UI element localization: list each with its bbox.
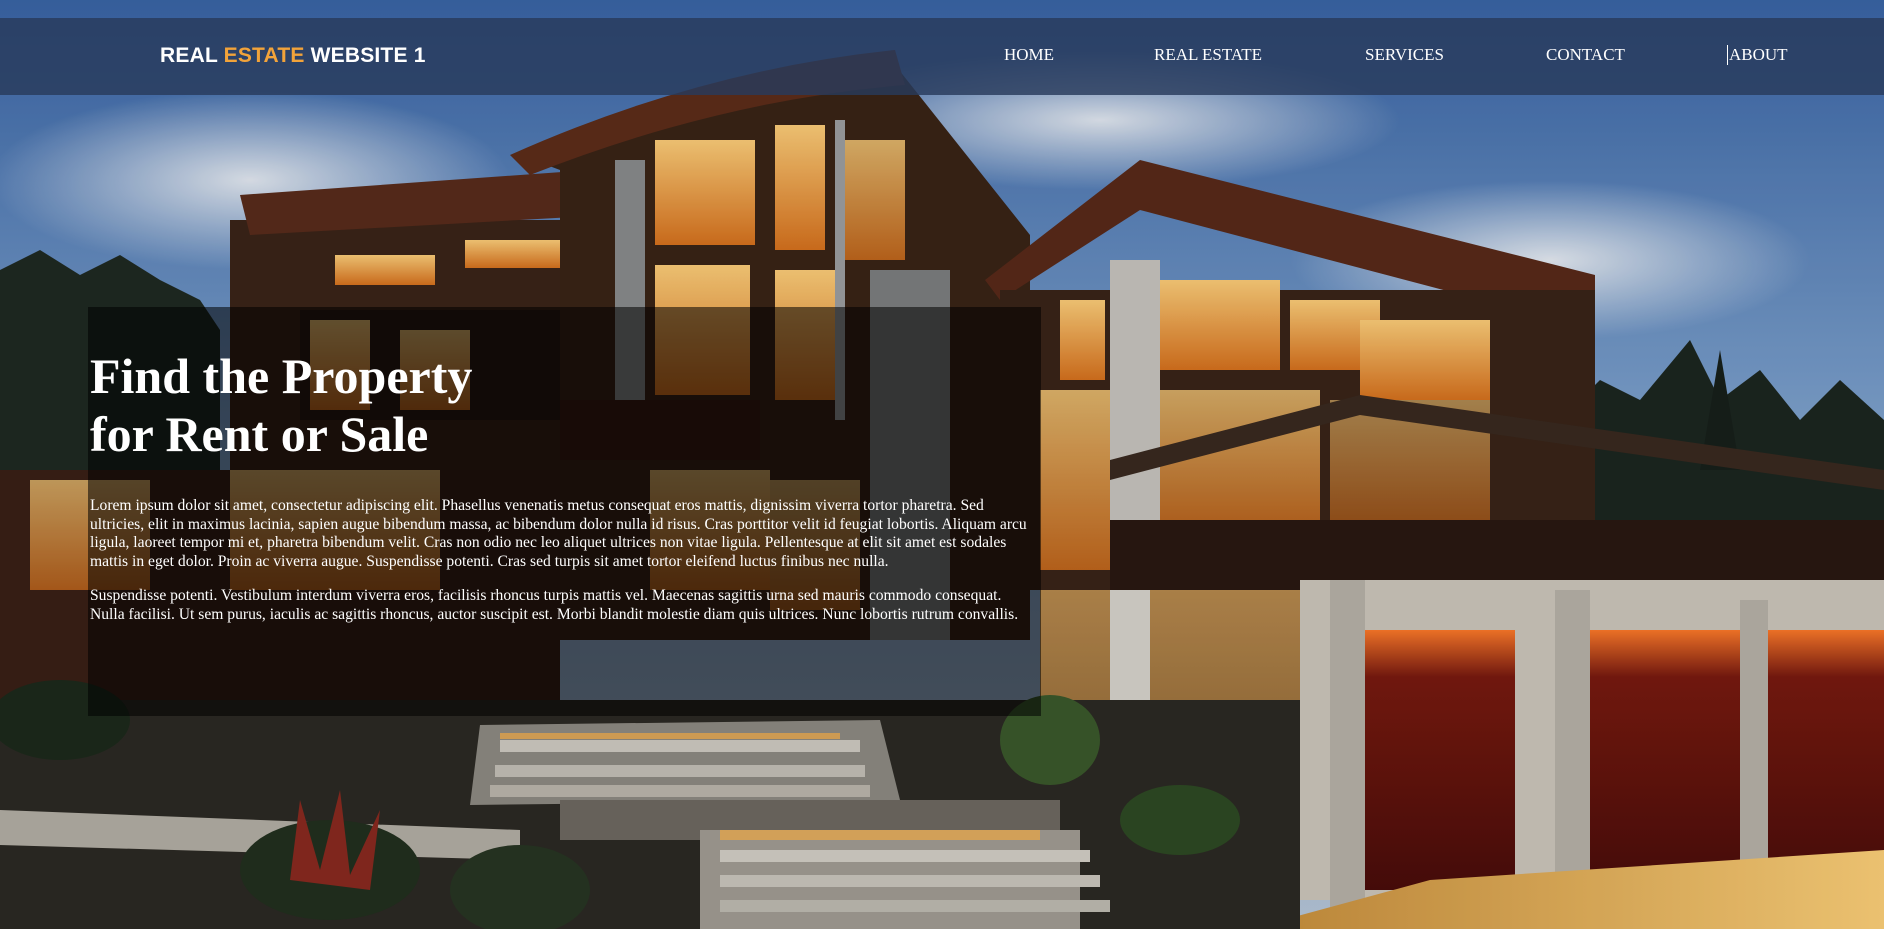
nav-link-home[interactable]: HOME: [1004, 45, 1054, 65]
nav-link-services[interactable]: SERVICES: [1365, 45, 1444, 65]
nav-link-about[interactable]: ABOUT: [1727, 45, 1788, 65]
site-logo[interactable]: REAL ESTATE WEBSITE 1: [160, 44, 426, 68]
hero-title-line1: Find the Property: [90, 348, 473, 404]
top-navbar: REAL ESTATE WEBSITE 1 HOME REAL ESTATE S…: [0, 18, 1884, 95]
hero-paragraph-2: Suspendisse potenti. Vestibulum interdum…: [90, 587, 1019, 623]
hero-text-panel: Find the Property for Rent or Sale Lorem…: [88, 307, 1041, 716]
nav-link-contact[interactable]: CONTACT: [1546, 45, 1625, 65]
logo-text-accent: ESTATE: [223, 44, 305, 67]
hero-title-line2: for Rent or Sale: [90, 406, 429, 462]
nav-link-real-estate[interactable]: REAL ESTATE: [1154, 45, 1262, 65]
logo-text-part1: REAL: [160, 44, 224, 67]
logo-text-part3: WEBSITE 1: [304, 44, 426, 67]
hero-title: Find the Property for Rent or Sale: [90, 347, 1039, 463]
hero-paragraph-1: Lorem ipsum dolor sit amet, consectetur …: [90, 497, 1027, 570]
